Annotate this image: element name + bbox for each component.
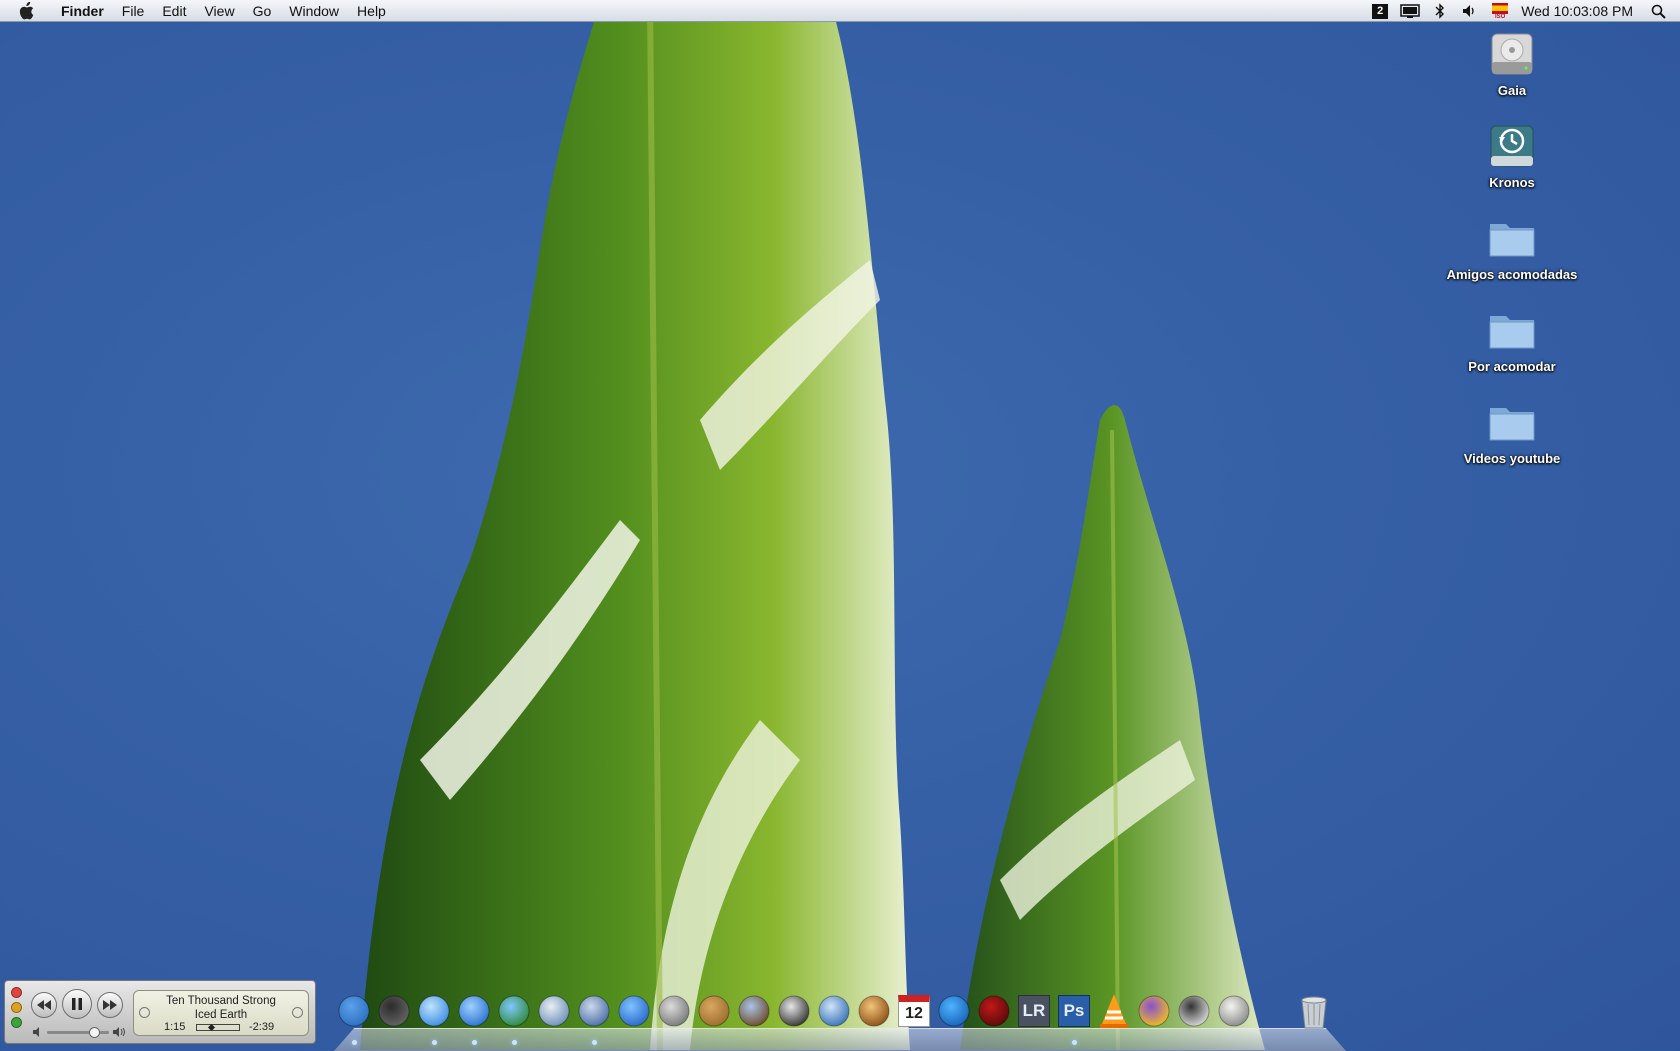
progress-bar[interactable] (196, 1023, 240, 1032)
running-indicator (512, 1040, 517, 1045)
safari-icon[interactable] (456, 992, 492, 1030)
pause-button[interactable] (62, 989, 92, 1019)
lightroom-label: LR (1018, 995, 1050, 1027)
imovie-icon[interactable] (776, 992, 812, 1030)
track-title: Ten Thousand Strong (166, 995, 276, 1007)
minimize-button[interactable] (11, 1002, 22, 1013)
running-indicator (592, 1040, 597, 1045)
folder-icon (1486, 212, 1538, 264)
bluetooth-icon[interactable] (1428, 0, 1452, 22)
mail-stamp-icon[interactable] (576, 992, 612, 1030)
textedit-icon[interactable] (1216, 992, 1252, 1030)
finder-icon[interactable] (336, 992, 372, 1030)
running-indicator (1072, 1040, 1077, 1045)
itunes-mini-player: Ten Thousand Strong Iced Earth 1:15 -2:3… (4, 980, 316, 1044)
idvd-icon[interactable] (816, 992, 852, 1030)
volume-control (33, 1025, 125, 1039)
menu-file[interactable]: File (113, 0, 154, 22)
photo-booth-icon[interactable] (976, 992, 1012, 1030)
next-track-button[interactable] (97, 992, 123, 1018)
display-icon[interactable] (1398, 0, 1422, 22)
dock-shelf (334, 1028, 1346, 1051)
vlc-icon[interactable] (1096, 992, 1132, 1030)
desktop-item-label: Gaia (1497, 83, 1527, 98)
lcd-mode-icon[interactable] (139, 1007, 150, 1018)
elapsed-time: 1:15 (164, 1021, 186, 1033)
running-indicator (352, 1040, 357, 1045)
time-machine-drive-icon (1486, 120, 1538, 172)
desktop-item-gaia[interactable]: Gaia (1422, 28, 1602, 98)
quicktime-icon[interactable] (936, 992, 972, 1030)
garageband-icon[interactable] (856, 992, 892, 1030)
desktop-item-kronos[interactable]: Kronos (1422, 120, 1602, 190)
desktop-item-label: Por acomodar (1468, 359, 1556, 374)
remaining-time: -2:39 (249, 1021, 275, 1033)
running-indicator (432, 1040, 437, 1045)
close-button[interactable] (11, 987, 22, 998)
trash-icon[interactable] (1296, 992, 1332, 1030)
volume-icon[interactable] (1458, 0, 1482, 22)
menu-clock[interactable]: Wed 10:03:08 PM (1515, 3, 1643, 19)
menu-bar: Finder File Edit View Go Window Help 2 I… (0, 0, 1680, 22)
desktop-item-label: Kronos (1489, 175, 1535, 190)
photoshop-label: Ps (1058, 995, 1090, 1027)
desktop-item-por-acomodar[interactable]: Por acomodar (1422, 304, 1602, 374)
clapperboard-icon[interactable] (1176, 992, 1212, 1030)
menu-edit[interactable]: Edit (153, 0, 195, 22)
apple-logo-icon[interactable] (12, 1, 40, 20)
ical-icon[interactable]: 12 (896, 992, 932, 1030)
volume-low-icon (33, 1027, 39, 1037)
dock: 12 LR Ps (334, 992, 1346, 1051)
folder-icon (1486, 396, 1538, 448)
previous-track-button[interactable] (31, 992, 57, 1018)
ichat-icon[interactable] (616, 992, 652, 1030)
hard-drive-icon (1486, 28, 1538, 80)
screenshot-icon[interactable] (656, 992, 692, 1030)
folder-icon (1486, 304, 1538, 356)
dvd-app-icon[interactable] (1136, 992, 1172, 1030)
preview-icon[interactable] (536, 992, 572, 1030)
spaces-number: 2 (1372, 3, 1389, 19)
lcd-toggle-icon[interactable] (292, 1007, 303, 1018)
spaces-2-icon[interactable]: 2 (1368, 0, 1392, 22)
address-book-icon[interactable] (696, 992, 732, 1030)
menu-view[interactable]: View (195, 0, 243, 22)
desktop-item-videos-youtube[interactable]: Videos youtube (1422, 396, 1602, 466)
ical-day: 12 (898, 995, 930, 1027)
menu-go[interactable]: Go (244, 0, 281, 22)
volume-high-icon (113, 1027, 125, 1037)
spotlight-search-icon[interactable] (1646, 0, 1670, 22)
desktop-item-amigos-acomodadas[interactable]: Amigos acomodadas (1422, 212, 1602, 282)
progress-knob[interactable] (207, 1023, 215, 1032)
iphoto-icon[interactable] (736, 992, 772, 1030)
flag-label: ISO (1495, 13, 1506, 20)
menu-help[interactable]: Help (348, 0, 395, 22)
zoom-button[interactable] (11, 1017, 22, 1028)
messenger-icon[interactable] (496, 992, 532, 1030)
track-artist: Iced Earth (194, 1009, 248, 1021)
desktop-item-label: Amigos acomodadas (1446, 267, 1578, 282)
lightroom-icon[interactable]: LR (1016, 992, 1052, 1030)
volume-slider-knob[interactable] (89, 1027, 101, 1038)
volume-slider[interactable] (47, 1027, 109, 1038)
input-flag-icon[interactable]: ISO (1488, 0, 1512, 22)
photoshop-icon[interactable]: Ps (1056, 992, 1092, 1030)
running-indicator (472, 1040, 477, 1045)
window-controls (11, 987, 22, 1032)
lcd-display: Ten Thousand Strong Iced Earth 1:15 -2:3… (133, 990, 309, 1036)
desktop-item-label: Videos youtube (1463, 451, 1561, 466)
menu-window[interactable]: Window (280, 0, 348, 22)
itunes-icon[interactable] (416, 992, 452, 1030)
menu-finder[interactable]: Finder (52, 0, 113, 22)
dashboard-icon[interactable] (376, 992, 412, 1030)
